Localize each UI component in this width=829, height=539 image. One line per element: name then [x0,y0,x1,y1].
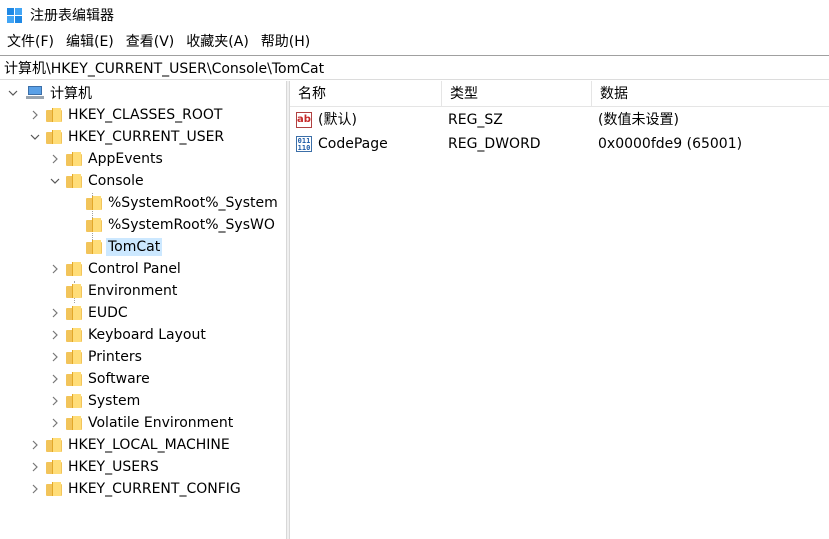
folder-icon [46,460,62,474]
title-bar: 注册表编辑器 [0,0,829,30]
value-type: REG_SZ [448,112,503,128]
tree-item-label: Environment [88,283,178,299]
chevron-down-icon[interactable] [6,86,20,100]
tree-item-label: %SystemRoot%_SysWO [108,217,275,233]
tree-item-label: HKEY_CLASSES_ROOT [68,107,223,123]
tree-item-computer[interactable]: 计算机 [6,82,94,104]
tree-item-label: AppEvents [88,151,163,167]
folder-icon [66,350,82,364]
tree-item-label: Volatile Environment [88,415,234,431]
string-value-icon: ab [296,112,312,128]
tree-item-hkey-local-machine[interactable]: HKEY_LOCAL_MACHINE [28,434,232,456]
tree-item-systemroot-system[interactable]: %SystemRoot%_System [86,192,280,214]
list-header: 名称 类型 数据 [290,81,829,107]
list-item[interactable]: ab (默认) REG_SZ (数值未设置) [290,108,829,132]
tree-item-label: System [88,393,141,409]
menu-file[interactable]: 文件(F) [0,30,60,54]
folder-icon [66,372,82,386]
menu-help[interactable]: 帮助(H) [255,30,316,54]
chevron-right-icon[interactable] [48,306,62,320]
value-type: REG_DWORD [448,136,541,152]
folder-icon [66,262,82,276]
folder-icon [46,130,62,144]
tree-item-label: Control Panel [88,261,181,277]
folder-icon [66,306,82,320]
tree-item-printers[interactable]: Printers [48,346,144,368]
address-bar[interactable]: 计算机\HKEY_CURRENT_USER\Console\TomCat [0,55,829,80]
value-data: (数值未设置) [598,112,679,128]
tree-item-console[interactable]: Console [48,170,146,192]
tree-item-label: Software [88,371,150,387]
menu-view[interactable]: 查看(V) [120,30,181,54]
tree-item-hkey-current-user[interactable]: HKEY_CURRENT_USER [28,126,226,148]
tree-item-environment[interactable]: Environment [66,280,179,302]
tree-item-label: EUDC [88,305,128,321]
tree-item-hkey-classes-root[interactable]: HKEY_CLASSES_ROOT [28,104,224,126]
column-header-type[interactable]: 类型 [442,81,592,107]
column-header-data[interactable]: 数据 [592,81,829,107]
registry-tree[interactable]: 计算机 HKEY_CLASSES_ROOT HKEY_CURRENT_USER … [0,81,286,539]
folder-icon [46,108,62,122]
tree-item-label: TomCat [106,238,163,256]
folder-icon [66,394,82,408]
chevron-right-icon[interactable] [48,350,62,364]
value-list[interactable]: 名称 类型 数据 ab (默认) REG_SZ (数值未设置) 011 110 C… [290,81,829,539]
chevron-right-icon[interactable] [48,416,62,430]
menu-favorites[interactable]: 收藏夹(A) [180,30,255,54]
tree-item-label: HKEY_USERS [68,459,159,475]
tree-item-volatile-environment[interactable]: Volatile Environment [48,412,235,434]
chevron-right-icon[interactable] [48,152,62,166]
tree-item-keyboard-layout[interactable]: Keyboard Layout [48,324,208,346]
tree-item-hkey-users[interactable]: HKEY_USERS [28,456,161,478]
folder-icon [86,240,102,254]
tree-item-label: Console [88,173,144,189]
folder-icon [46,482,62,496]
chevron-right-icon[interactable] [48,372,62,386]
chevron-right-icon[interactable] [28,108,42,122]
folder-icon [66,152,82,166]
tree-item-software[interactable]: Software [48,368,152,390]
tree-item-label: Keyboard Layout [88,327,206,343]
folder-icon [46,438,62,452]
chevron-right-icon[interactable] [48,328,62,342]
folder-icon [66,328,82,342]
tree-item-label: %SystemRoot%_System [108,195,278,211]
chevron-right-icon[interactable] [28,438,42,452]
chevron-right-icon[interactable] [28,482,42,496]
chevron-down-icon[interactable] [28,130,42,144]
list-item[interactable]: 011 110 CodePage REG_DWORD 0x0000fde9 (65… [290,132,829,156]
tree-item-label: HKEY_CURRENT_USER [68,129,225,145]
menu-bar: 文件(F) 编辑(E) 查看(V) 收藏夹(A) 帮助(H) [0,30,829,54]
chevron-right-icon[interactable] [28,460,42,474]
folder-icon [66,174,82,188]
tree-item-appevents[interactable]: AppEvents [48,148,165,170]
computer-icon [26,86,44,100]
registry-editor-icon [6,6,24,24]
folder-icon [86,218,102,232]
window-title: 注册表编辑器 [30,8,114,24]
tree-item-systemroot-syswow[interactable]: %SystemRoot%_SysWO [86,214,277,236]
tree-item-label: HKEY_CURRENT_CONFIG [68,481,241,497]
menu-edit[interactable]: 编辑(E) [60,30,120,54]
chevron-right-icon[interactable] [48,262,62,276]
address-path[interactable]: 计算机\HKEY_CURRENT_USER\Console\TomCat [4,58,324,78]
binary-value-icon: 011 110 [296,136,312,152]
tree-item-hkey-current-config[interactable]: HKEY_CURRENT_CONFIG [28,478,243,500]
tree-item-eudc[interactable]: EUDC [48,302,130,324]
column-header-name[interactable]: 名称 [290,81,442,107]
chevron-right-icon[interactable] [48,394,62,408]
tree-item-system[interactable]: System [48,390,142,412]
value-name: CodePage [318,136,388,152]
folder-icon [66,416,82,430]
folder-icon [86,196,102,210]
tree-item-label: 计算机 [50,86,92,102]
value-name: (默认) [318,112,357,128]
tree-item-tomcat[interactable]: TomCat [86,236,163,258]
chevron-down-icon[interactable] [48,174,62,188]
tree-item-label: Printers [88,349,142,365]
tree-item-label: HKEY_LOCAL_MACHINE [68,437,230,453]
tree-item-control-panel[interactable]: Control Panel [48,258,183,280]
folder-icon [66,284,82,298]
value-data: 0x0000fde9 (65001) [598,136,743,152]
